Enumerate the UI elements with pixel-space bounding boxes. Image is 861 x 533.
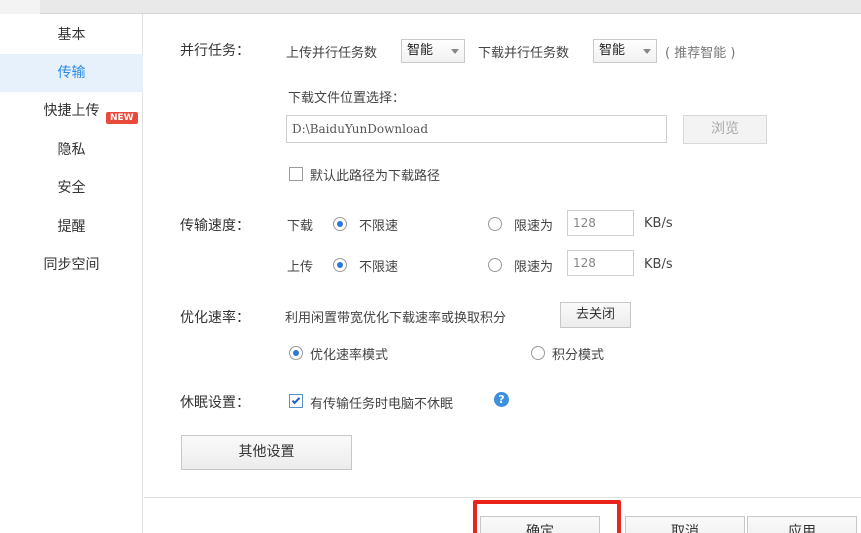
download-speed-label: 下载 — [287, 219, 314, 234]
download-path-input[interactable]: D:\BaiduYunDownload — [286, 115, 667, 143]
sidebar-item-transfer[interactable]: 传输 — [0, 54, 143, 92]
sidebar-item-reminder[interactable]: 提醒 — [0, 208, 143, 246]
transfer-speed-label: 传输速度： — [180, 218, 250, 234]
other-settings-button[interactable]: 其他设置 — [181, 435, 352, 470]
sidebar-item-quick-upload[interactable]: 快捷上传 — [0, 92, 143, 130]
upload-parallel-value: 智能 — [407, 43, 434, 58]
upload-unlimited-radio[interactable] — [333, 258, 347, 272]
ok-button-highlight — [473, 500, 621, 533]
upload-limit-unit: KB/s — [644, 257, 673, 272]
sidebar-item-security[interactable]: 安全 — [0, 169, 143, 207]
sidebar-item-privacy[interactable]: 隐私 — [0, 131, 143, 169]
download-limit-input[interactable]: 128 — [567, 210, 634, 236]
optimize-speed-label: 优化速率： — [180, 310, 250, 326]
download-unlimited-label: 不限速 — [359, 219, 399, 234]
download-unlimited-radio[interactable] — [333, 217, 347, 231]
download-parallel-select[interactable]: 智能 — [593, 39, 657, 63]
transfer-settings-panel: 并行任务： 上传并行任务数 智能 下载并行任务数 智能 ( 推荐智能 ) 下载文… — [144, 14, 861, 533]
download-parallel-value: 智能 — [599, 43, 626, 58]
browse-button[interactable]: 浏览 — [683, 115, 767, 144]
download-limit-unit: KB/s — [644, 216, 673, 231]
download-limit-label: 限速为 — [514, 219, 554, 234]
no-sleep-label: 有传输任务时电脑不休眠 — [310, 397, 454, 412]
download-limit-radio[interactable] — [488, 217, 502, 231]
parallel-hint: ( 推荐智能 ) — [665, 46, 736, 61]
sidebar-item-sync-space[interactable]: 同步空间 — [0, 246, 143, 284]
upload-limit-label: 限速为 — [514, 260, 554, 275]
sidebar-item-basic[interactable]: 基本 — [0, 16, 143, 54]
window-title-bar — [0, 0, 861, 14]
chevron-down-icon — [451, 49, 459, 54]
upload-limit-input[interactable]: 128 — [567, 250, 634, 276]
speed-mode-label: 优化速率模式 — [310, 348, 389, 363]
sleep-settings-label: 休眠设置： — [180, 395, 250, 411]
upload-limit-radio[interactable] — [488, 258, 502, 272]
upload-parallel-label: 上传并行任务数 — [286, 46, 378, 61]
default-path-label: 默认此路径为下载路径 — [310, 169, 441, 184]
no-sleep-checkbox[interactable] — [289, 394, 303, 408]
points-mode-label: 积分模式 — [552, 348, 605, 363]
cancel-button[interactable]: 取消 — [625, 516, 745, 533]
new-badge: NEW — [106, 112, 138, 124]
optimize-description: 利用闲置带宽优化下载速率或换取积分 — [285, 311, 507, 326]
points-mode-radio[interactable] — [531, 346, 545, 360]
chevron-down-icon — [643, 49, 651, 54]
apply-button[interactable]: 应用 — [747, 516, 857, 533]
speed-mode-radio[interactable] — [289, 346, 303, 360]
download-parallel-label: 下载并行任务数 — [478, 46, 570, 61]
question-circle-icon[interactable]: ? — [494, 392, 509, 407]
default-path-checkbox[interactable] — [289, 167, 303, 181]
download-location-label: 下载文件位置选择： — [288, 91, 406, 106]
close-optimize-button[interactable]: 去关闭 — [560, 302, 631, 328]
settings-sidebar: 基本 传输 快捷上传 NEW 隐私 安全 提醒 同步空间 — [0, 14, 143, 533]
upload-speed-label: 上传 — [287, 260, 314, 275]
upload-unlimited-label: 不限速 — [359, 260, 399, 275]
upload-parallel-select[interactable]: 智能 — [401, 39, 465, 63]
parallel-tasks-label: 并行任务： — [180, 43, 250, 59]
title-bar-tab — [0, 0, 40, 14]
